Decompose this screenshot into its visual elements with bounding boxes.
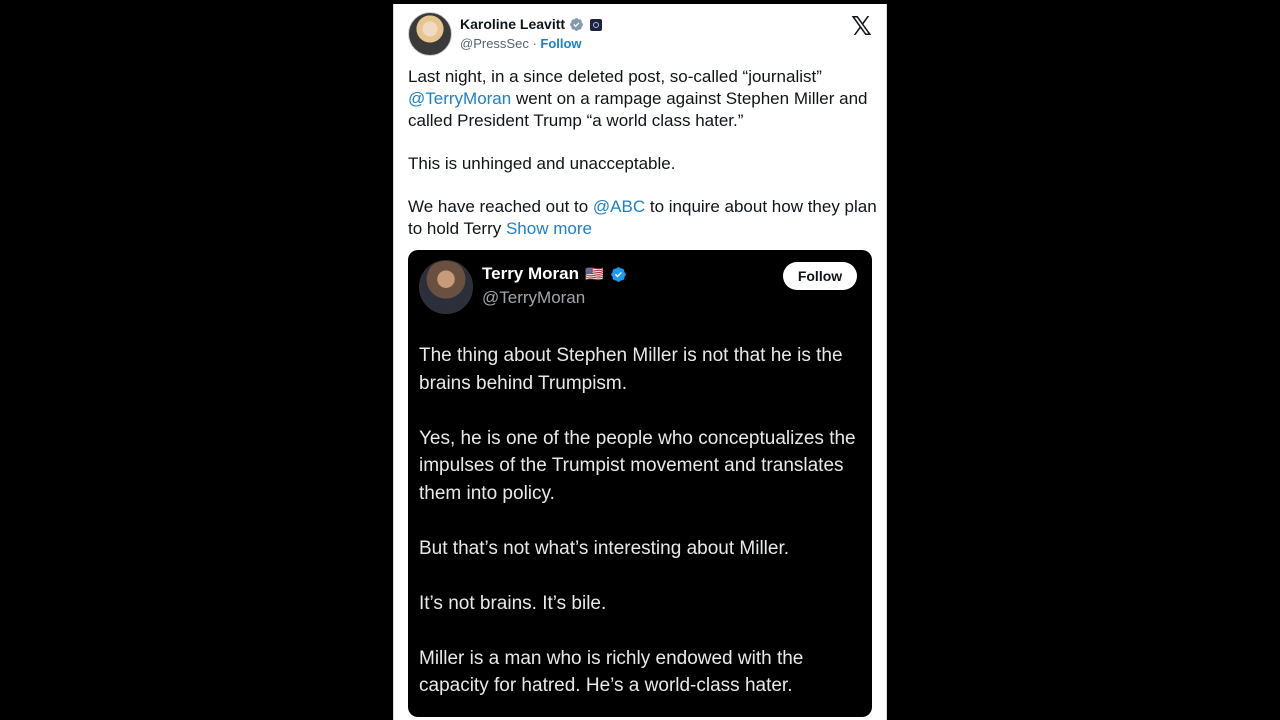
- verified-blue-icon: [610, 266, 627, 283]
- quoted-author-avatar[interactable]: [419, 260, 473, 314]
- author-name-row: Karoline Leavitt: [460, 15, 603, 34]
- quoted-post-text: The thing about Stephen Miller is not th…: [419, 342, 859, 717]
- quoted-author-handle[interactable]: @TerryMoran: [482, 288, 585, 308]
- quoted-paragraph: Miller is a man who is richly endowed wi…: [419, 647, 804, 697]
- post-paragraph-3: We have reached out to @ABC to inquire a…: [408, 196, 878, 240]
- embedded-post-card: Karoline Leavitt @PressSec · Follow 𝕏 La…: [393, 4, 887, 720]
- author-text: Karoline Leavitt @PressSec · Follow: [460, 15, 603, 53]
- quoted-paragraph: Yes, he is one of the people who concept…: [419, 427, 856, 504]
- quoted-follow-button[interactable]: Follow: [783, 262, 857, 290]
- author-avatar[interactable]: [408, 12, 452, 56]
- quoted-paragraph: It’s not brains. It’s bile.: [419, 592, 607, 614]
- verified-gray-icon: [569, 17, 584, 32]
- post-text-segment: Last night, in a since deleted post, so-…: [408, 67, 822, 86]
- quoted-author-name[interactable]: Terry Moran: [482, 264, 579, 284]
- post-text-segment: We have reached out to: [408, 197, 593, 216]
- show-more-link[interactable]: Show more: [506, 219, 592, 238]
- author-name[interactable]: Karoline Leavitt: [460, 15, 565, 34]
- author-handle-row: @PressSec · Follow: [460, 34, 602, 53]
- post-paragraph-1: Last night, in a since deleted post, so-…: [408, 66, 878, 132]
- mention-terrymoran[interactable]: @TerryMoran: [408, 89, 511, 108]
- author-handle[interactable]: @PressSec: [460, 36, 529, 51]
- post-paragraph-2: This is unhinged and unacceptable.: [408, 154, 676, 173]
- post-author: Karoline Leavitt @PressSec · Follow: [408, 12, 603, 56]
- quoted-paragraph: The thing about Stephen Miller is not th…: [419, 345, 843, 394]
- post-text: Last night, in a since deleted post, so-…: [408, 66, 878, 261]
- quoted-author-name-row: Terry Moran 🇺🇸: [482, 264, 627, 284]
- quoted-post[interactable]: Terry Moran 🇺🇸 @TerryMoran Follow The th…: [408, 250, 872, 717]
- government-badge-icon: [590, 18, 603, 31]
- quoted-paragraph: But that’s not what’s interesting about …: [419, 537, 790, 559]
- x-logo-icon[interactable]: 𝕏: [851, 14, 872, 40]
- us-flag-icon: 🇺🇸: [585, 265, 604, 283]
- mention-abc[interactable]: @ABC: [593, 197, 645, 216]
- follow-link[interactable]: Follow: [540, 36, 581, 51]
- separator-dot: ·: [528, 36, 541, 51]
